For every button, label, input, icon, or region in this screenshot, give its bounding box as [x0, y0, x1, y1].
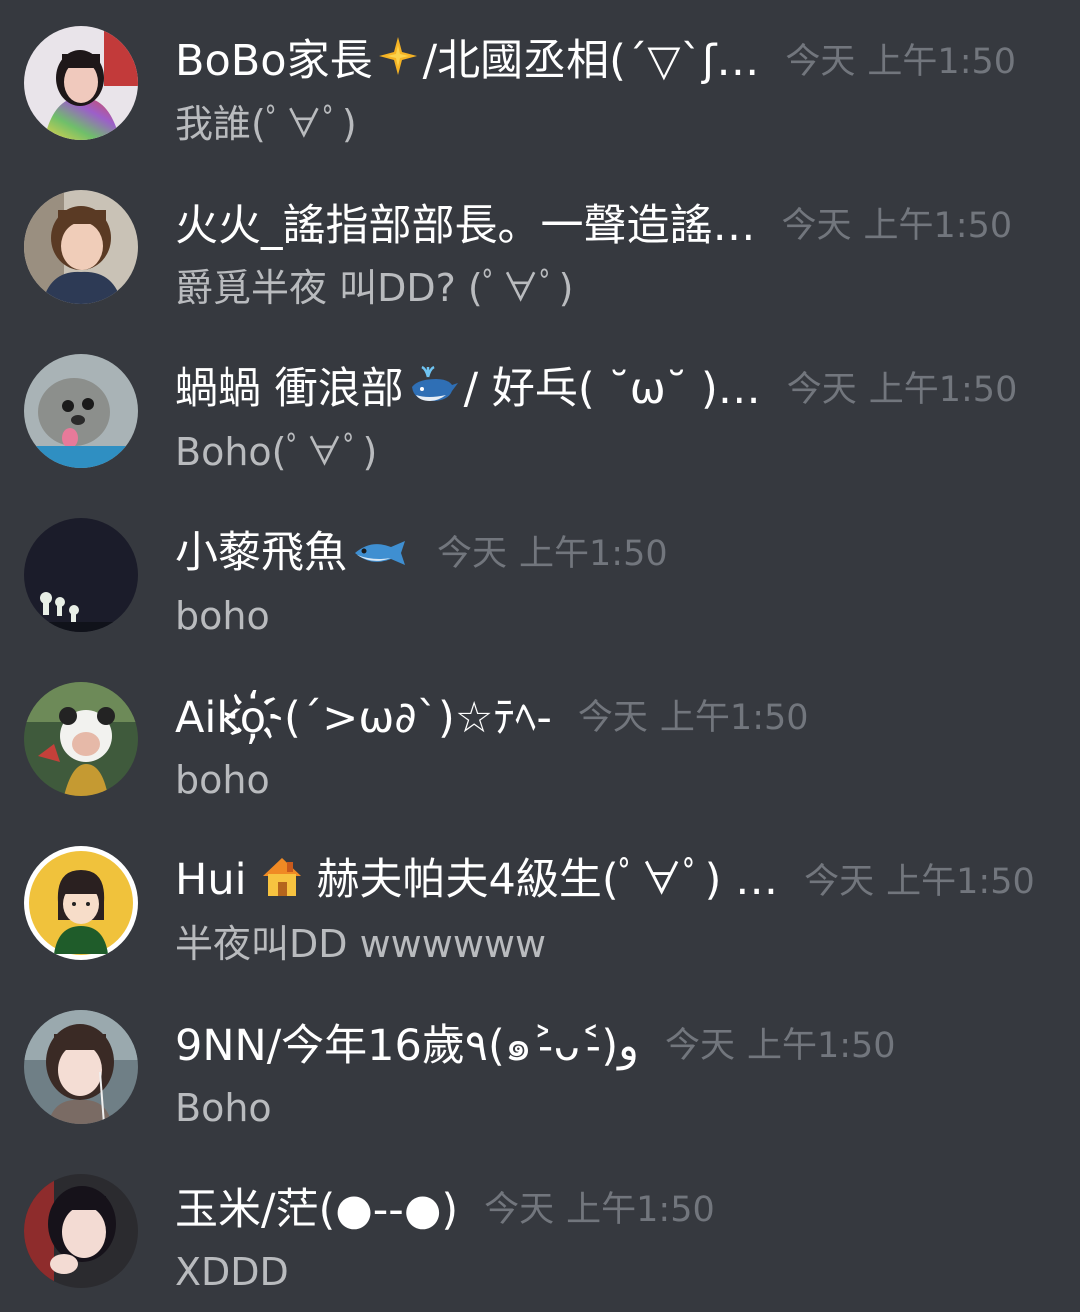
username[interactable]: 蝸蝸 衝浪部 / 好乓( ˘ω˘ )…	[175, 361, 761, 420]
timestamp: 今天 上午1:50	[577, 698, 809, 738]
message-row[interactable]: 蝸蝸 衝浪部 / 好乓( ˘ω˘ )… 今天 上午1:50 Boho(ﾟ∀ﾟ)	[0, 328, 1080, 492]
timestamp: 今天 上午1:50	[484, 1190, 715, 1230]
message-header: 蝸蝸 衝浪部 / 好乓( ˘ω˘ )… 今天 上午1:50	[175, 362, 1058, 418]
message-row[interactable]: BoBo家長/北國丞相(´▽`ʃ… 今天 上午1:50 我誰(ﾟ∀ﾟ)	[0, 0, 1080, 164]
sparkle-icon	[377, 35, 419, 91]
message-header: 玉米/茫(●--●) 今天 上午1:50	[175, 1182, 1058, 1238]
message-content: 爵覓半夜 叫DD? (ﾟ∀ﾟ)	[175, 266, 574, 310]
message-header: Hui 赫夫帕夫4級生(ﾟ∀ﾟ) … 今天 上午1:50	[175, 854, 1058, 910]
message-content: Boho	[175, 1086, 272, 1130]
username[interactable]: Hui 赫夫帕夫4級生(ﾟ∀ﾟ) …	[175, 852, 778, 912]
message-content: 我誰(ﾟ∀ﾟ)	[175, 102, 357, 146]
avatar[interactable]	[24, 846, 138, 960]
message-content: Boho(ﾟ∀ﾟ)	[175, 430, 378, 474]
username[interactable]: Aiko҉(´>ω∂`)☆ﾃﾍ-	[175, 690, 552, 746]
message-content: 半夜叫DD wwwwww	[175, 922, 547, 966]
avatar[interactable]	[24, 26, 138, 140]
fish-icon	[351, 527, 407, 583]
message-row[interactable]: 9NN/今年16歲٩(๑˃̵ᴗ˂̵)و 今天 上午1:50 Boho	[0, 984, 1080, 1148]
message-row[interactable]: 玉米/茫(●--●) 今天 上午1:50 XDDD	[0, 1148, 1080, 1312]
message-header: 小藜飛魚 今天 上午1:50	[175, 526, 1058, 582]
avatar[interactable]	[24, 1174, 138, 1288]
message-header: 9NN/今年16歲٩(๑˃̵ᴗ˂̵)و 今天 上午1:50	[175, 1018, 1058, 1074]
message-list: BoBo家長/北國丞相(´▽`ʃ… 今天 上午1:50 我誰(ﾟ∀ﾟ) 火火_謠指…	[0, 0, 1080, 1312]
timestamp: 今天 上午1:50	[437, 534, 668, 574]
timestamp: 今天 上午1:50	[781, 206, 1013, 246]
message-content: boho	[175, 758, 270, 802]
username[interactable]: BoBo家長/北國丞相(´▽`ʃ…	[175, 33, 759, 92]
message-row[interactable]: 火火_謠指部部長。一聲造謠… 今天 上午1:50 爵覓半夜 叫DD? (ﾟ∀ﾟ)	[0, 164, 1080, 328]
avatar[interactable]	[24, 1010, 138, 1124]
message-row[interactable]: 小藜飛魚 今天 上午1:50 boho	[0, 492, 1080, 656]
timestamp: 今天 上午1:50	[804, 862, 1035, 902]
avatar[interactable]	[24, 354, 138, 468]
username[interactable]: 火火_謠指部部長。一聲造謠…	[175, 198, 756, 254]
whale-icon	[408, 363, 460, 419]
username[interactable]: 玉米/茫(●--●)	[175, 1182, 458, 1238]
message-header: BoBo家長/北國丞相(´▽`ʃ… 今天 上午1:50	[175, 34, 1058, 90]
avatar[interactable]	[24, 190, 138, 304]
avatar[interactable]	[24, 682, 138, 796]
message-content: boho	[175, 594, 270, 638]
message-header: 火火_謠指部部長。一聲造謠… 今天 上午1:50	[175, 198, 1058, 254]
message-row[interactable]: Aiko҉(´>ω∂`)☆ﾃﾍ- 今天 上午1:50 boho	[0, 656, 1080, 820]
timestamp: 今天 上午1:50	[664, 1026, 896, 1066]
timestamp: 今天 上午1:50	[786, 370, 1018, 410]
house-icon	[259, 854, 305, 912]
username[interactable]: 小藜飛魚	[175, 525, 411, 584]
message-header: Aiko҉(´>ω∂`)☆ﾃﾍ- 今天 上午1:50	[175, 690, 1058, 746]
username[interactable]: 9NN/今年16歲٩(๑˃̵ᴗ˂̵)و	[175, 1018, 639, 1074]
message-content: XDDD	[175, 1250, 289, 1294]
message-row[interactable]: Hui 赫夫帕夫4級生(ﾟ∀ﾟ) … 今天 上午1:50 半夜叫DD wwwwww	[0, 820, 1080, 984]
avatar[interactable]	[24, 518, 138, 632]
timestamp: 今天 上午1:50	[785, 42, 1017, 82]
